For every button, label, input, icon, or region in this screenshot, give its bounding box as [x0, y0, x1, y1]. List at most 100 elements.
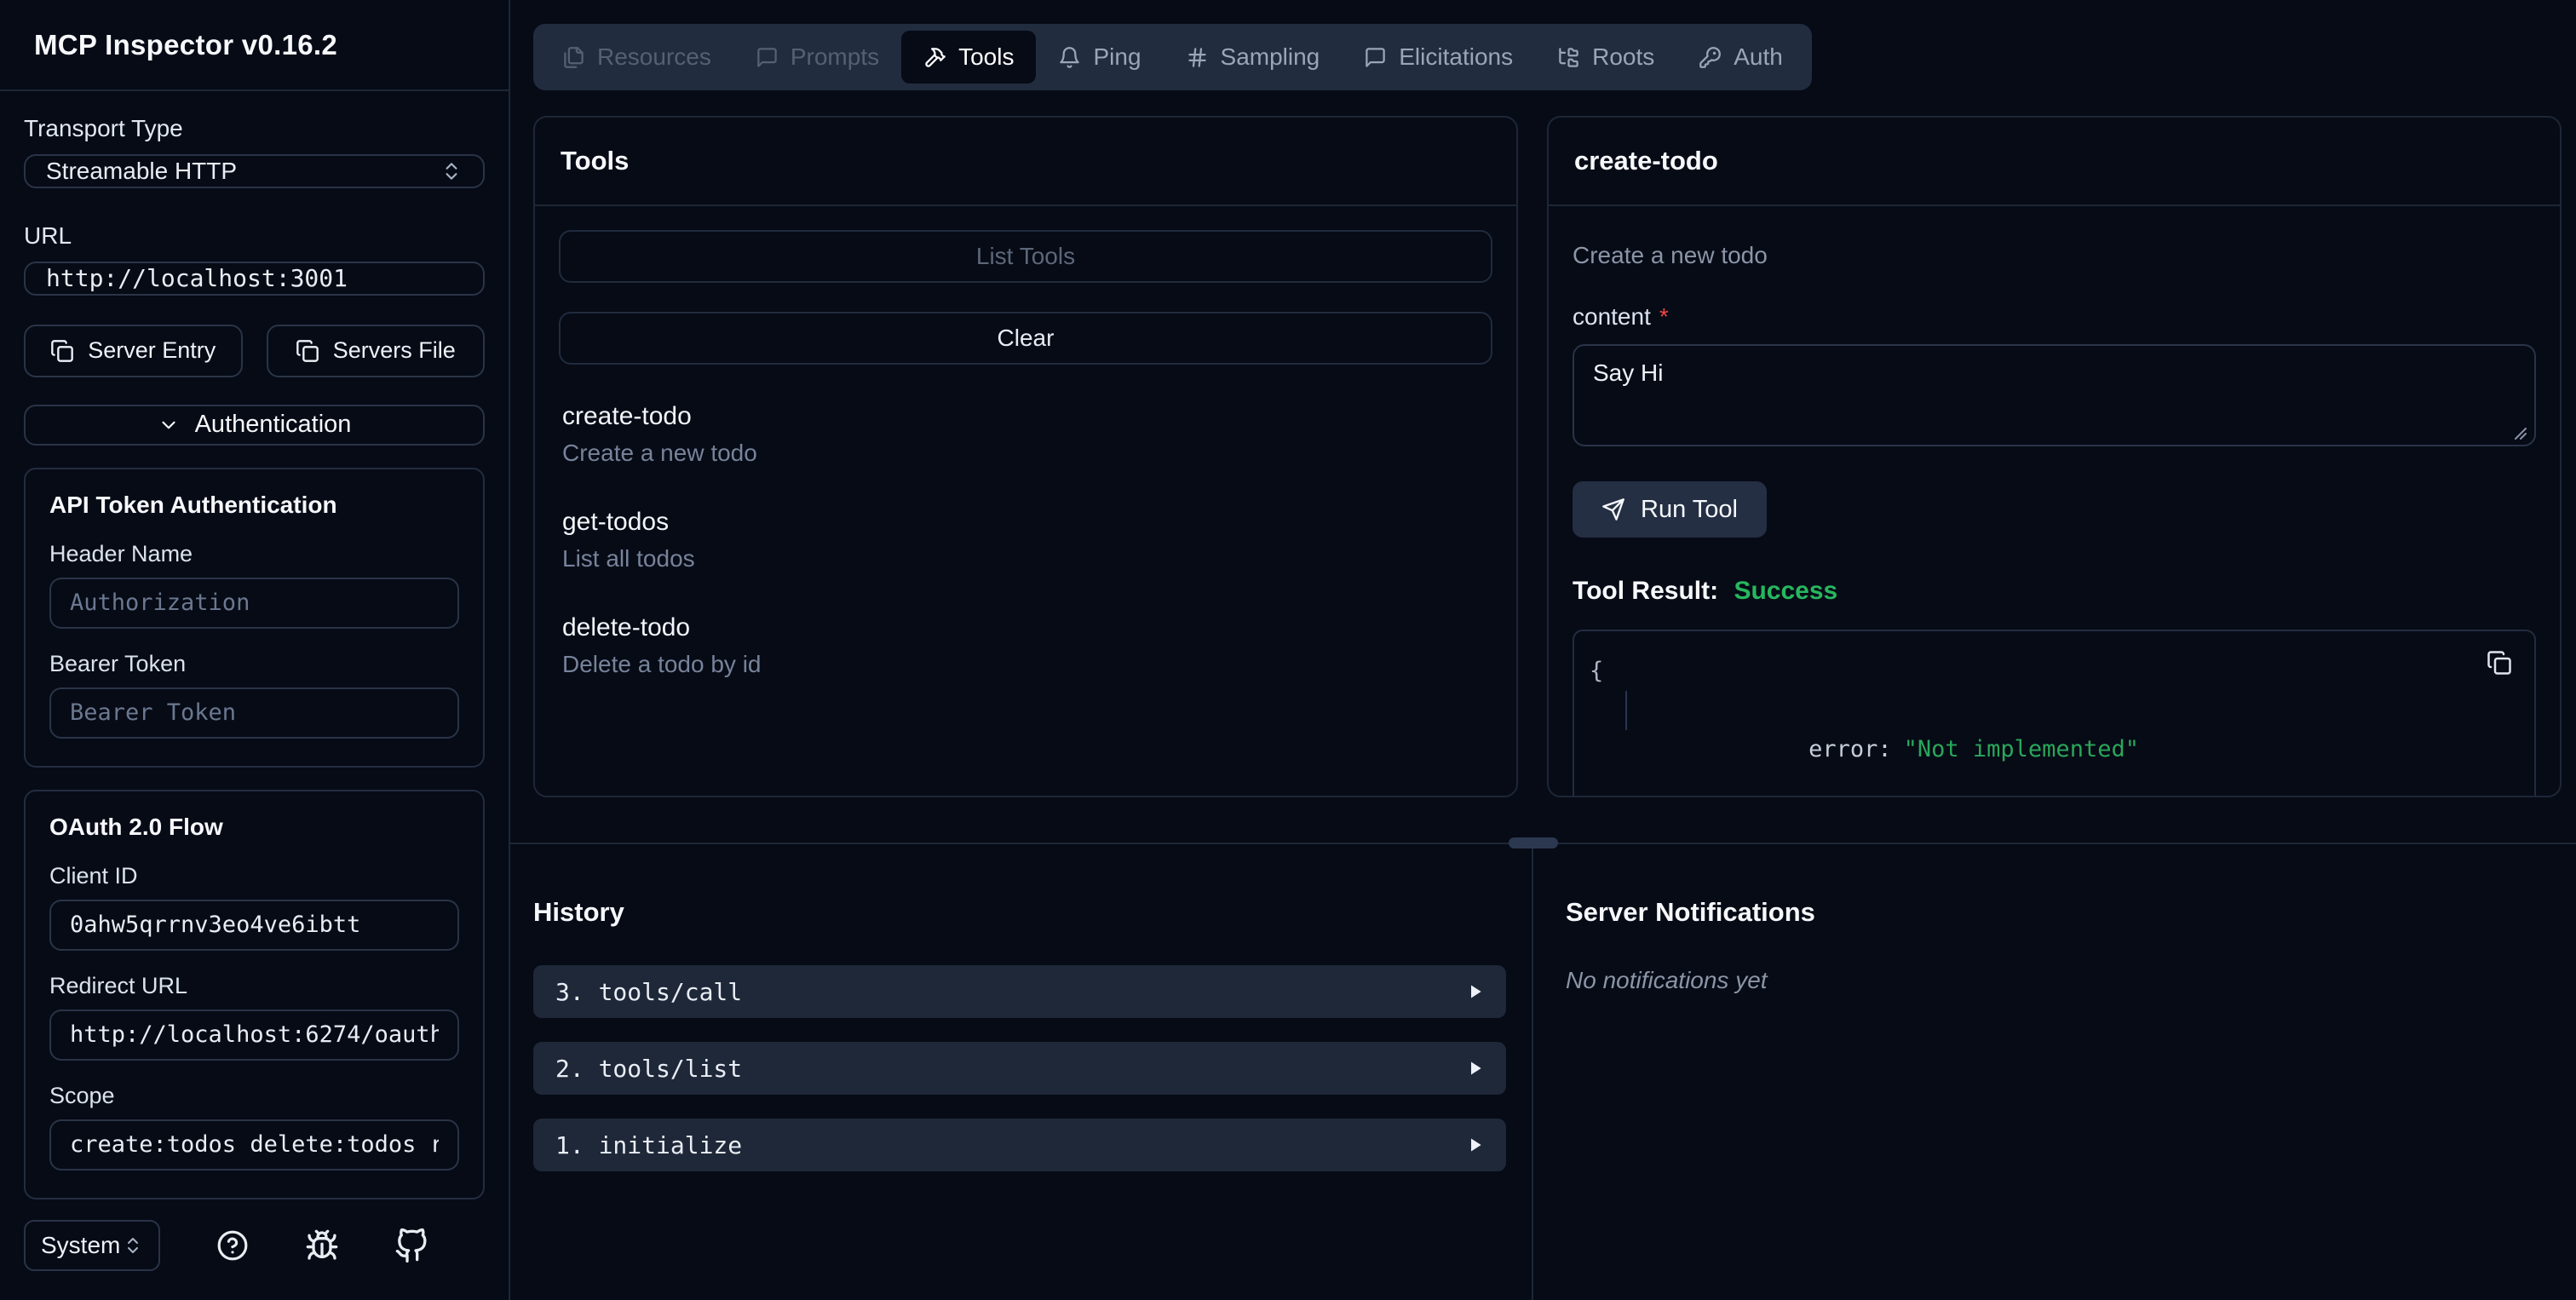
tab-label: Ping	[1093, 43, 1141, 70]
send-icon	[1602, 498, 1624, 521]
url-input[interactable]	[24, 261, 485, 296]
tool-result-status: Success	[1734, 577, 1838, 605]
redirect-url-input[interactable]	[49, 1009, 459, 1061]
oauth-title: OAuth 2.0 Flow	[49, 813, 223, 840]
copy-buttons-row: Server Entry Servers File	[24, 324, 485, 377]
history-row-tools-call[interactable]: 3. tools/call	[533, 965, 1506, 1018]
tab-tools[interactable]: Tools	[901, 31, 1037, 83]
bearer-token-input[interactable]	[49, 687, 459, 739]
bearer-token-label: Bearer Token	[49, 650, 187, 676]
folder-tree-icon	[1559, 47, 1578, 67]
server-notifications-title: Server Notifications	[1566, 897, 1815, 927]
help-circle-icon	[217, 1230, 248, 1261]
tool-name: delete-todo	[562, 613, 691, 641]
transport-type-value: Streamable HTTP	[46, 157, 238, 184]
footer-icons	[160, 1228, 485, 1263]
theme-value: System	[41, 1232, 121, 1258]
content-field-area: Say Hi	[1573, 344, 2536, 451]
tool-description: Delete a todo by id	[562, 651, 762, 677]
tool-item-delete-todo[interactable]: delete-todo Delete a todo by id	[562, 613, 1489, 678]
help-button[interactable]	[216, 1229, 249, 1262]
sidebar-footer: System	[24, 1199, 485, 1276]
tab-label: Resources	[597, 43, 711, 70]
tab-label: Auth	[1734, 43, 1783, 70]
history-row-label: 1. initialize	[555, 1130, 743, 1159]
run-tool-panel-body: Create a new todo content * Say Hi Run T…	[1549, 206, 2560, 796]
run-tool-label: Run Tool	[1641, 495, 1738, 523]
github-icon	[395, 1228, 427, 1263]
content-field-label: content *	[1573, 303, 2536, 331]
horizontal-split-divider	[510, 837, 2576, 848]
run-tool-panel-header: create-todo	[1549, 118, 2560, 206]
bug-icon	[306, 1229, 337, 1260]
list-tools-button[interactable]: List Tools	[559, 230, 1492, 283]
header-name-input[interactable]	[49, 577, 459, 629]
redirect-url-label: Redirect URL	[49, 972, 188, 998]
server-entry-label: Server Entry	[88, 337, 216, 364]
hammer-icon	[925, 47, 946, 67]
api-token-card: API Token Authentication Header Name Bea…	[24, 467, 485, 768]
github-button[interactable]	[394, 1228, 428, 1263]
run-tool-button[interactable]: Run Tool	[1573, 481, 1767, 538]
play-expand-icon	[1471, 1061, 1481, 1075]
sidebar-body: Transport Type Streamable HTTP URL Serve…	[0, 91, 509, 1300]
servers-file-label: Servers File	[332, 337, 456, 364]
tool-result-label: Tool Result:	[1573, 577, 1719, 605]
run-tool-panel: create-todo Create a new todo content * …	[1547, 116, 2562, 797]
transport-type-select[interactable]: Streamable HTTP	[24, 154, 485, 188]
history-row-label: 2. tools/list	[555, 1054, 743, 1083]
chevrons-up-down-icon	[128, 1238, 138, 1253]
tab-roots[interactable]: Roots	[1535, 31, 1676, 83]
tab-elicitations[interactable]: Elicitations	[1342, 31, 1535, 83]
clear-button[interactable]: Clear	[559, 312, 1492, 365]
sidebar: MCP Inspector v0.16.2 Transport Type Str…	[0, 0, 510, 1300]
history-row-initialize[interactable]: 1. initialize	[533, 1119, 1506, 1171]
sidebar-header: MCP Inspector v0.16.2	[0, 0, 509, 91]
servers-file-button[interactable]: Servers File	[266, 324, 485, 377]
split-drag-handle[interactable]	[1509, 837, 1558, 848]
server-entry-button[interactable]: Server Entry	[24, 324, 243, 377]
tool-item-create-todo[interactable]: create-todo Create a new todo	[562, 402, 1489, 467]
authentication-toggle-label: Authentication	[194, 411, 352, 439]
tab-prompts[interactable]: Prompts	[733, 31, 901, 83]
client-id-input[interactable]	[49, 899, 459, 951]
required-marker: *	[1659, 303, 1669, 330]
tab-label: Roots	[1592, 43, 1655, 70]
resize-handle-icon[interactable]	[2514, 427, 2527, 440]
server-notifications-panel: Server Notifications No notifications ye…	[1533, 844, 2576, 1300]
tab-ping[interactable]: Ping	[1036, 31, 1163, 83]
tab-resources[interactable]: Resources	[540, 31, 733, 83]
tool-item-get-todos[interactable]: get-todos List all todos	[562, 508, 1489, 572]
copy-result-button[interactable]	[2487, 650, 2512, 676]
bell-icon	[1060, 46, 1080, 68]
tool-description: Create a new todo	[562, 440, 757, 466]
transport-type-label: Transport Type	[24, 115, 183, 141]
header-name-label: Header Name	[49, 540, 193, 567]
json-key: error:	[1808, 736, 1892, 762]
scope-input[interactable]	[49, 1119, 459, 1171]
tab-sampling[interactable]: Sampling	[1164, 31, 1343, 83]
authentication-toggle[interactable]: Authentication	[24, 404, 485, 446]
tools-panel-header: Tools	[535, 118, 1516, 206]
chevron-down-icon	[162, 421, 175, 429]
history-list: 3. tools/call 2. tools/list 1. initializ…	[533, 965, 1506, 1171]
bottom-row: History 3. tools/call 2. tools/list 1. i…	[510, 844, 2576, 1300]
history-title: History	[533, 897, 624, 927]
history-panel: History 3. tools/call 2. tools/list 1. i…	[510, 844, 1533, 1300]
theme-select[interactable]: System	[24, 1220, 160, 1271]
tab-auth[interactable]: Auth	[1676, 31, 1805, 83]
history-row-tools-list[interactable]: 2. tools/list	[533, 1042, 1506, 1095]
files-icon	[564, 46, 584, 68]
tab-label: Tools	[958, 43, 1015, 70]
tool-name: get-todos	[562, 508, 670, 536]
tool-result-line: Tool Result: Success	[1573, 577, 2536, 606]
app-title: MCP Inspector v0.16.2	[34, 28, 338, 60]
play-expand-icon	[1471, 985, 1481, 998]
key-icon	[1699, 46, 1722, 68]
json-error-line: error: "Not implemented"	[1590, 691, 2510, 796]
bug-report-button[interactable]	[305, 1228, 339, 1263]
json-open-brace: {	[1590, 658, 1604, 684]
content-textarea[interactable]: Say Hi	[1573, 344, 2536, 446]
indent-guide	[1625, 691, 1627, 730]
tab-label: Prompts	[790, 43, 880, 70]
